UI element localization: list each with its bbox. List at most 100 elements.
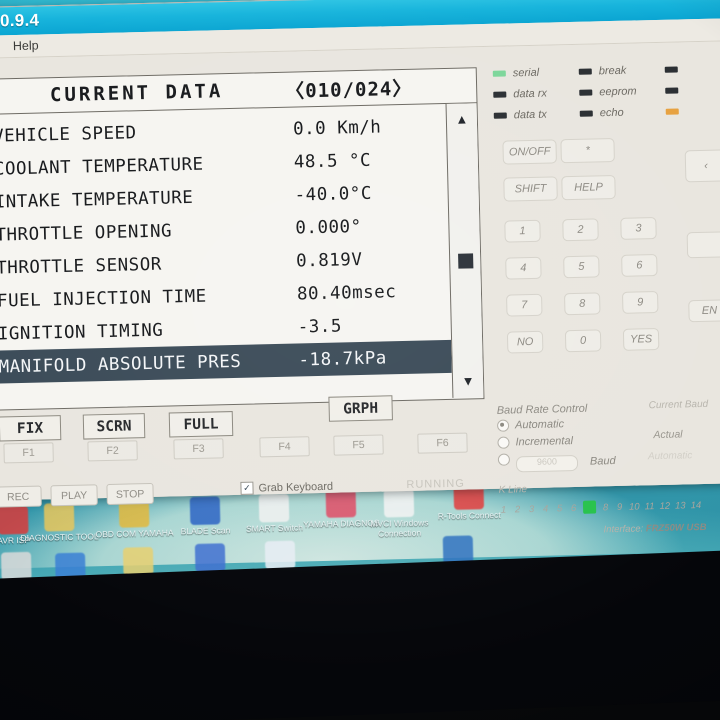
parameter-value: 0.819V — [295, 249, 363, 272]
function-key-label-f3: F3 — [173, 438, 224, 460]
keypad-button-9[interactable]: 9 — [621, 290, 659, 314]
parameter-value: 0.0 Km/h — [292, 116, 382, 140]
baud-option-label: Automatic — [514, 417, 565, 431]
function-key-label-f1: F1 — [3, 442, 54, 464]
k-line-label: K Line — [498, 484, 528, 496]
checkbox-check-icon[interactable]: ✓ — [240, 481, 254, 495]
led-indicator-icon — [665, 86, 679, 94]
keypad-button-4[interactable]: 4 — [505, 256, 542, 280]
led-indicator-icon — [664, 65, 678, 73]
k-line-tick: 1 — [500, 504, 507, 516]
parameter-label: IGNITION TIMING — [0, 320, 164, 345]
desktop-icon-glyph-icon — [0, 551, 32, 581]
led-row — [665, 79, 685, 100]
led-indicator-icon — [579, 88, 593, 96]
keypad-button-2[interactable]: 2 — [562, 218, 599, 242]
led-label: serial — [512, 66, 540, 79]
rec-button[interactable]: REC — [0, 485, 42, 508]
desktop-icon-glyph-icon — [194, 543, 226, 572]
function-button-row: FIX F1 SCRN F2 FULL F3 F4 GRPH F5 F6 — [0, 395, 484, 465]
keypad-button-1[interactable]: 1 — [504, 219, 541, 243]
function-key-label-f6: F6 — [417, 432, 468, 454]
keypad-button-help[interactable]: HELP — [561, 174, 616, 201]
keypad-button-3[interactable]: 3 — [620, 217, 657, 240]
menu-item-help[interactable]: Help — [13, 39, 39, 54]
parameter-value: 48.5 °C — [293, 150, 372, 173]
scrollbar-thumb[interactable] — [458, 253, 474, 269]
parameter-label: INTAKE TEMPERATURE — [0, 187, 194, 213]
led-row: break — [578, 59, 637, 81]
keypad-button-8[interactable]: 8 — [564, 292, 601, 316]
keypad-button-0[interactable]: 0 — [564, 329, 602, 353]
status-led-group: serial data rx data tx break eeprom echo — [487, 57, 720, 121]
k-line-tick: 12 — [659, 500, 671, 513]
k-line-tick: 4 — [542, 503, 549, 515]
parameter-label: VEHICLE SPEED — [0, 122, 137, 147]
keypad-side-button-0[interactable]: ‹ — [684, 149, 720, 183]
k-line-tick: 11 — [644, 501, 655, 513]
keypad-button--[interactable]: * — [560, 137, 615, 164]
keypad-button-shift[interactable]: SHIFT — [503, 176, 558, 202]
keypad-side-button-1[interactable] — [686, 231, 720, 259]
function-button-scrn[interactable]: SCRN — [82, 413, 146, 440]
lcd-scrollbar[interactable]: ▲ ▼ — [445, 103, 484, 398]
radio-button-icon[interactable] — [496, 419, 510, 432]
parameter-list: VEHICLE SPEED 0.0 Km/h COOLANT TEMPERATURE… — [0, 104, 452, 409]
led-row: echo — [579, 101, 638, 123]
radio-button-icon[interactable] — [497, 436, 510, 449]
k-line-tick: 9 — [616, 501, 623, 514]
status-text: RUNNING — [406, 477, 465, 491]
function-key-label-f4: F4 — [259, 436, 310, 458]
function-key-label-f5: F5 — [333, 434, 384, 456]
radio-button-icon[interactable] — [497, 453, 511, 466]
play-button[interactable]: PLAY — [50, 484, 98, 507]
keypad-side-button-2[interactable]: EN — [688, 299, 720, 323]
k-line-tick: 6 — [570, 502, 577, 515]
desktop-icon-label: R-Tools Connect — [437, 509, 501, 522]
k-line-tick: 2 — [514, 504, 521, 516]
function-button-fix[interactable]: FIX — [0, 415, 62, 442]
parameter-value: -18.7kPa — [298, 347, 388, 370]
led-label: eeprom — [599, 84, 637, 98]
parameter-label: COOLANT TEMPERATURE — [0, 154, 204, 180]
desktop-icon-glyph-icon — [122, 546, 154, 576]
keypad: ON/OFF * SHIFT HELP 1 2 3 4 5 6 7 8 9 NO 0 YES — [486, 47, 720, 354]
grab-keyboard-checkbox[interactable]: ✓ Grab Keyboard — [240, 480, 333, 495]
scroll-down-icon[interactable]: ▼ — [453, 369, 484, 392]
keypad-button-yes[interactable]: YES — [622, 327, 660, 351]
parameter-value: 0.000° — [295, 216, 362, 239]
led-column-1: serial data rx data tx — [492, 62, 548, 126]
keypad-side-buttons: ‹ EN — [486, 47, 720, 323]
current-baud-label: Current Baud — [648, 398, 709, 412]
stop-button[interactable]: STOP — [106, 482, 154, 506]
device-panel: serial data rx data tx break eeprom echo ON/… — [486, 47, 720, 535]
k-line-indicator: K Line 1 2 3 4 5 6 7 8 9 10 11 12 13 14 Interface: FR… — [498, 479, 720, 535]
led-column-3 — [664, 58, 686, 121]
keypad-button-6[interactable]: 6 — [621, 254, 658, 277]
lcd-page-counter: 〈010/024〉 — [285, 77, 413, 103]
actual-label: Actual — [653, 428, 683, 442]
k-line-tick-active: 7 — [582, 500, 597, 514]
led-indicator-icon — [579, 109, 593, 117]
k-line-tick: 14 — [690, 500, 702, 512]
function-button-grph[interactable]: GRPH — [328, 395, 393, 422]
keypad-button-7[interactable]: 7 — [506, 293, 543, 317]
photographed-monitor: AVR ISP DIAGNOSTIC TOOL OBD COM YAMAHA BLAD… — [0, 0, 720, 720]
lcd-title: CURRENT DATA — [49, 80, 224, 107]
parameter-value: -3.5 — [297, 315, 343, 337]
keypad-button-no[interactable]: NO — [506, 330, 544, 354]
function-button-full[interactable]: FULL — [168, 411, 234, 438]
interface-value: FRZ50W USB — [645, 521, 707, 535]
parameter-value: 80.40msec — [296, 281, 397, 304]
keypad-button-5[interactable]: 5 — [563, 255, 600, 279]
led-column-2: break eeprom echo — [578, 59, 638, 123]
parameter-label: FUEL INJECTION TIME — [0, 286, 207, 312]
led-indicator-icon — [492, 70, 506, 77]
function-key-label-f2: F2 — [87, 440, 138, 462]
baud-custom-input[interactable]: 9600 — [515, 454, 579, 473]
led-label: echo — [599, 106, 624, 119]
interface-label: Interface: — [603, 523, 644, 536]
keypad-button-on-off[interactable]: ON/OFF — [502, 139, 557, 165]
parameter-label: THROTTLE SENSOR — [0, 254, 162, 279]
scroll-up-icon[interactable]: ▲ — [447, 107, 478, 130]
